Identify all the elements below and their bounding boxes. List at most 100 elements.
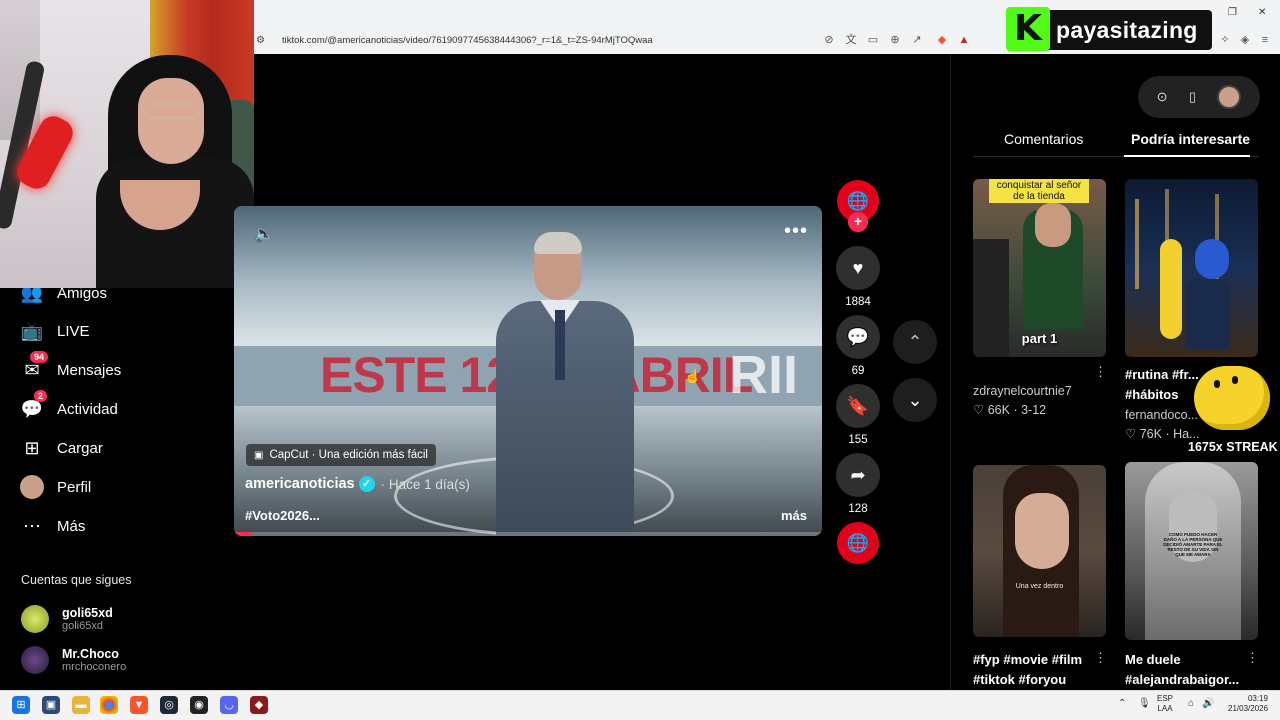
post-time: · Hace 1 día(s)	[380, 476, 470, 492]
following-account[interactable]: Mr.Choco mrchoconero	[21, 646, 126, 674]
file-explorer-icon[interactable]: ▬	[72, 696, 90, 714]
messages-icon: ✉ 94	[20, 351, 49, 382]
comment-icon[interactable]: 💬	[836, 315, 880, 359]
network-icon[interactable]: ⌂	[1188, 698, 1194, 709]
bookmark-icon[interactable]: 🔖	[836, 384, 880, 428]
like-count: 1884	[845, 296, 871, 308]
share-action[interactable]: ➦ 128	[836, 453, 880, 515]
sidebar-item-mas[interactable]: ⋯ Más	[20, 511, 85, 541]
vpn-icon[interactable]: ◈	[1238, 33, 1252, 47]
brave-shield-icon[interactable]: ◆	[935, 33, 949, 47]
heart-icon[interactable]: ♥	[836, 246, 880, 290]
progress-fill	[234, 532, 252, 536]
screen: { "browser": { "url": "tiktok.com/@ameri…	[0, 0, 1280, 720]
more-description-button[interactable]: más	[781, 508, 807, 523]
sidebar-item-label: Más	[57, 517, 86, 535]
related-video-thumb[interactable]	[1125, 179, 1258, 357]
kick-logo: K	[1006, 7, 1050, 51]
site-info-icon[interactable]: ⚙	[256, 35, 270, 46]
thumb-more-icon[interactable]: ⋮	[1094, 650, 1107, 666]
tracking-icon[interactable]: ⊘	[822, 33, 836, 47]
maximize-button[interactable]: ❐	[1228, 7, 1237, 18]
top-actions-pill: ⊙ ▯	[1138, 76, 1260, 118]
obs-icon[interactable]: ◉	[190, 696, 208, 714]
like-action[interactable]: ♥ 1884	[836, 246, 880, 308]
sound-disc-button[interactable]: 🌐	[837, 522, 879, 564]
tab-related[interactable]: Podría interesarte	[1131, 131, 1250, 147]
video-player[interactable]: ESTE 12 DE ABRIL RII 🔈 ••• ▣ CapCut · Un…	[234, 206, 822, 536]
task-view-icon[interactable]: ▣	[42, 696, 60, 714]
sidebar-item-cargar[interactable]: ⊞ Cargar	[20, 433, 103, 463]
verified-icon: ✓	[358, 476, 375, 492]
active-tab-indicator	[1124, 155, 1250, 157]
language-indicator[interactable]: ESP LAA	[1157, 694, 1173, 714]
streamer-badge: K payasitazing	[1006, 7, 1212, 51]
thumb-caption[interactable]: #fyp #movie #film #tiktok #foryou	[973, 650, 1099, 690]
video-hashtag[interactable]: #Voto2026...	[245, 508, 320, 523]
separator: ·	[1013, 403, 1022, 417]
tab-comments[interactable]: Comentarios	[1004, 131, 1083, 147]
menu-icon[interactable]: ≡	[1258, 33, 1272, 47]
comment-action[interactable]: 💬 69	[836, 315, 880, 377]
sidebar-item-label: Cargar	[57, 439, 103, 457]
compass-icon[interactable]: ⊙	[1157, 89, 1168, 105]
game-icon[interactable]: ◆	[250, 696, 268, 714]
clock[interactable]: 03:19 21/03/2026	[1228, 694, 1268, 714]
share-icon[interactable]: ↗	[910, 33, 924, 47]
live-icon: 📺	[20, 320, 44, 341]
clock-time: 03:19	[1247, 694, 1268, 703]
previous-video-button[interactable]: ⌃	[893, 320, 937, 364]
effect-tag[interactable]: ▣ CapCut · Una edición más fácil	[246, 444, 436, 466]
save-action[interactable]: 🔖 155	[836, 384, 880, 446]
thumb-more-icon[interactable]: ⋮	[1094, 364, 1107, 380]
sidebar-item-actividad[interactable]: 💬 2 Actividad	[20, 390, 118, 424]
messages-badge: 94	[30, 351, 49, 363]
volume-tray-icon[interactable]: 🔊	[1202, 698, 1214, 709]
phone-icon[interactable]: ▯	[1189, 89, 1196, 105]
capcut-icon: ▣	[254, 449, 264, 461]
translate-icon[interactable]: 文	[844, 33, 858, 47]
zoom-icon[interactable]: ⊕	[888, 33, 902, 47]
volume-icon[interactable]: 🔈	[254, 224, 274, 244]
tray-chevron-icon[interactable]: ⌃	[1118, 698, 1126, 709]
mic-tray-icon[interactable]: 🎙	[1138, 698, 1151, 709]
next-video-button[interactable]: ⌄	[893, 378, 937, 422]
globe-icon: 🌐	[846, 190, 870, 211]
sidebar-item-perfil[interactable]: Perfil	[20, 472, 91, 502]
comment-count: 69	[851, 365, 865, 377]
follow-button[interactable]: +	[848, 212, 868, 232]
discord-icon[interactable]: ◡	[220, 696, 238, 714]
thumb-more-icon[interactable]: ⋮	[1246, 650, 1259, 666]
thumb-user[interactable]: zdraynelcourtnie7	[973, 384, 1072, 398]
rewards-icon[interactable]: ▲	[957, 33, 971, 47]
share-arrow-icon[interactable]: ➦	[836, 453, 880, 497]
following-account[interactable]: goli65xd goli65xd	[21, 605, 113, 633]
author-name[interactable]: americanoticias	[245, 476, 355, 492]
lang-line-1: ESP	[1157, 694, 1174, 703]
more-options-icon[interactable]: •••	[784, 220, 808, 243]
sidebar-item-mensajes[interactable]: ✉ 94 Mensajes	[20, 351, 121, 385]
cast-icon[interactable]: ▭	[866, 33, 880, 47]
avatar[interactable]	[1217, 85, 1242, 109]
following-title: Cuentas que sigues	[21, 573, 132, 587]
related-video-thumb[interactable]: conquistar al señor de la tienda part 1	[973, 179, 1106, 357]
steam-icon[interactable]: ◎	[160, 696, 178, 714]
windows-start-icon[interactable]: ⊞	[12, 696, 30, 714]
brave-icon[interactable]: ▼	[130, 696, 148, 714]
chrome-icon[interactable]	[100, 696, 118, 714]
activity-badge: 2	[34, 390, 48, 402]
avatar	[21, 605, 49, 633]
video-progress-bar[interactable]	[234, 532, 822, 536]
upload-icon: ⊞	[24, 437, 40, 458]
sidebar-item-live[interactable]: 📺 LIVE	[20, 316, 90, 346]
thumb-overlay-text: Una vez dentro	[1015, 583, 1064, 590]
avatar	[21, 646, 49, 674]
webcam-overlay	[0, 0, 254, 288]
related-video-thumb[interactable]: COMO PUEDO HACER DAÑO A LA PERSONA QUE D…	[1125, 462, 1258, 640]
related-video-thumb[interactable]: Una vez dentro	[973, 465, 1106, 637]
video-overlay-text-2: RII	[729, 345, 799, 405]
close-button[interactable]: ✕	[1258, 7, 1266, 18]
thumb-overlay-text: part 1	[1021, 331, 1058, 346]
extensions-icon[interactable]: ✧	[1218, 33, 1232, 47]
thumb-caption[interactable]: Me duele #alejandrabaigor...	[1125, 650, 1251, 690]
